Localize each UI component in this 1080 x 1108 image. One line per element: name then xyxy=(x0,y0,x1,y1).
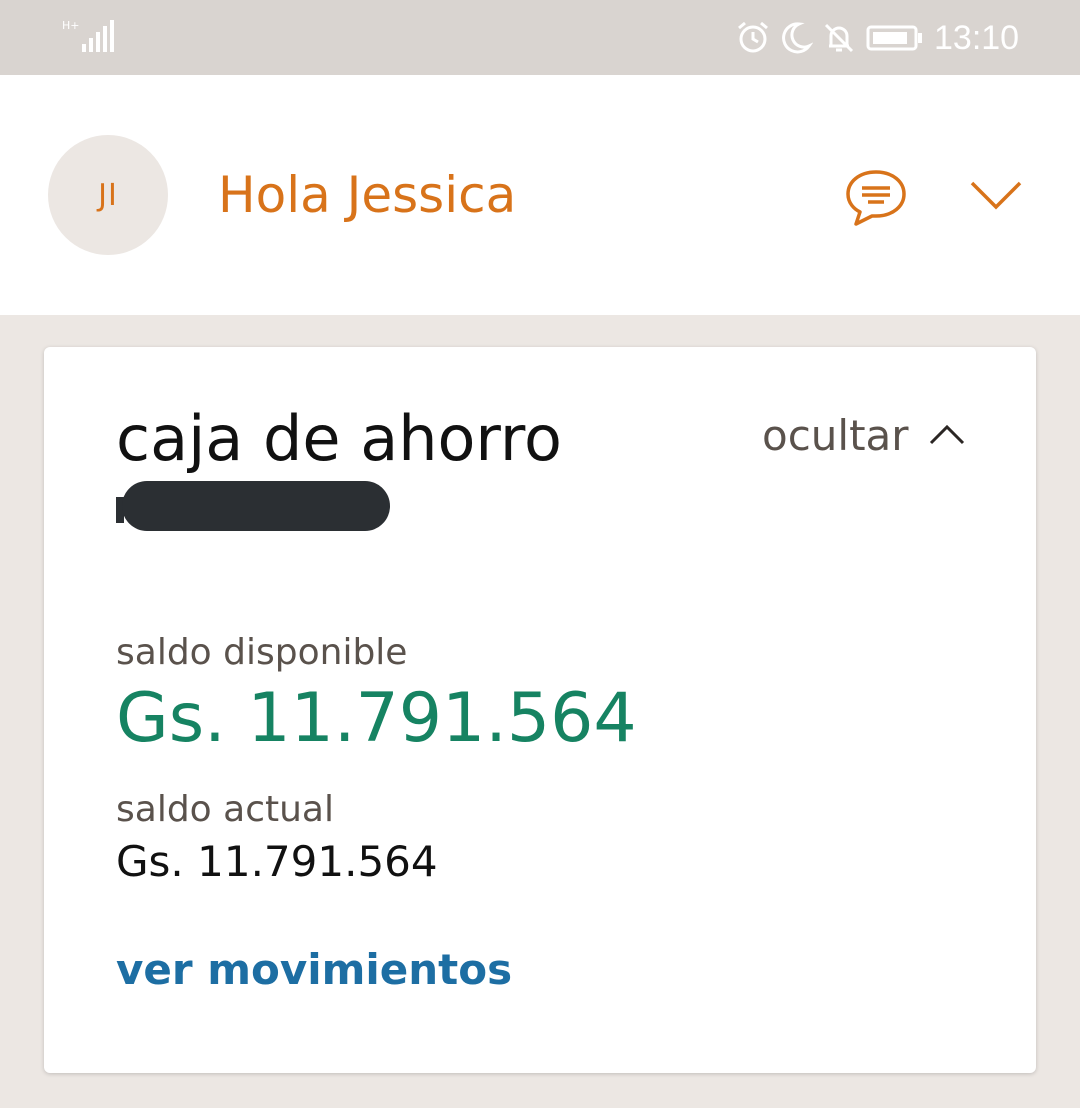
battery-icon xyxy=(866,25,922,51)
account-card: caja de ahorro ocultar saldo disponible … xyxy=(44,347,1036,1073)
avatar-initials: JI xyxy=(98,177,118,213)
chat-icon xyxy=(846,170,906,226)
alarm-icon xyxy=(738,21,768,53)
moon-icon xyxy=(782,22,813,54)
available-balance-label: saldo disponible xyxy=(116,632,408,673)
menu-toggle-button[interactable] xyxy=(968,175,1024,215)
chat-button[interactable] xyxy=(842,167,910,229)
greeting: Hola Jessica xyxy=(218,166,517,224)
network-type: H+ xyxy=(62,19,80,32)
available-balance-amount: Gs. 11.791.564 xyxy=(116,679,637,758)
hide-label: ocultar xyxy=(762,410,909,460)
signal-icon: H+ xyxy=(62,19,114,52)
current-balance-amount: Gs. 11.791.564 xyxy=(116,837,438,886)
chevron-up-icon xyxy=(929,424,964,445)
hide-toggle[interactable]: ocultar xyxy=(762,407,965,463)
status-bar: H+ 13:10 xyxy=(0,0,1080,75)
notifications-off-icon xyxy=(824,23,854,53)
chevron-down-icon xyxy=(970,181,1022,210)
current-balance-label: saldo actual xyxy=(116,789,334,830)
redacted-account-number xyxy=(122,481,390,531)
avatar[interactable]: JI xyxy=(48,135,168,255)
account-type: caja de ahorro xyxy=(116,402,562,475)
app-header: JI Hola Jessica xyxy=(0,75,1080,315)
status-time: 13:10 xyxy=(934,19,1020,57)
view-movements-link[interactable]: ver movimientos xyxy=(116,945,512,994)
